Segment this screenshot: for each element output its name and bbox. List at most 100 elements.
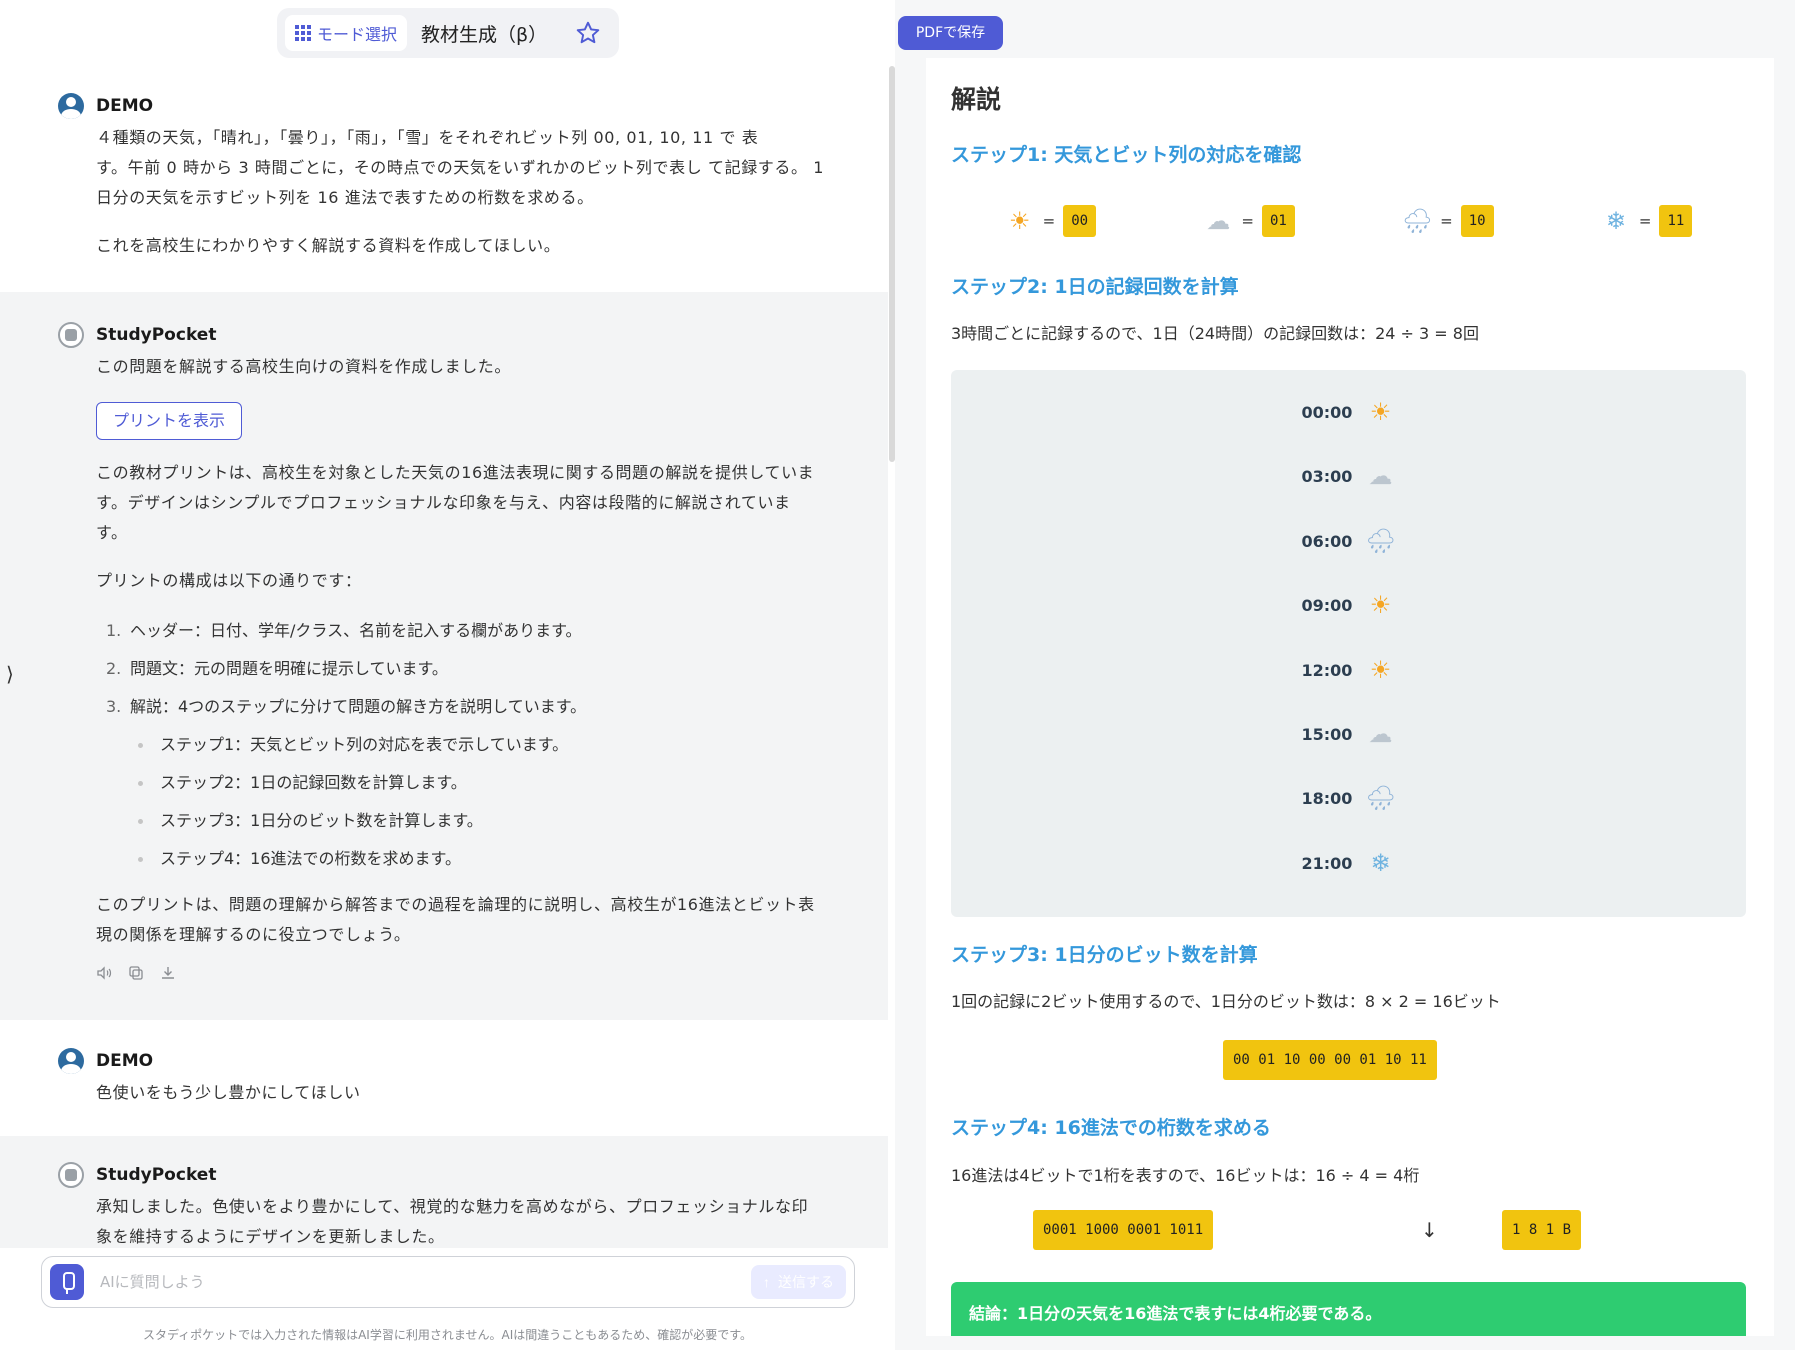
message-text: この教材プリントは、高校生を対象とした天気の16進法表現に関する問題の解説を提供… [96,463,815,482]
message-text: ４種類の天気，「晴れ」，「曇り」，「雨」，「雪」をそれぞれビット列 00, 01… [96,128,759,147]
bitstring-box: 00 01 10 00 00 01 10 11 [1223,1040,1437,1080]
author-name: StudyPocket [96,325,217,345]
message-text: これを高校生にわかりやすく解説する資料を作成してほしい。 [96,236,561,255]
list-item: ステップ2：1日の記録回数を計算します。 [130,764,828,802]
download-icon[interactable] [160,965,176,981]
bit-code: 10 [1460,205,1494,237]
mapping-item: ☁ = 01 [1203,205,1295,237]
timeline-row: 15:00 ☁ [951,714,1746,754]
message-text: 承知しました。色使いをより豊かにして、視覚的な魅力を高めながら、プロフェッショナ… [96,1197,809,1216]
list-item: 2. 問題文：元の問題を明確に提示しています。 [106,659,448,678]
bitstring: 00 01 10 00 00 01 10 11 [1223,1040,1437,1080]
speaker-icon[interactable] [96,965,112,981]
down-arrow-icon: ↓ [1421,1218,1438,1242]
sub-list: ステップ1：天気とビット列の対応を表で示しています。 ステップ2：1日の記録回数… [130,726,828,878]
disclaimer-text: スタディポケットでは入力された情報はAI学習に利用されません。AIは間違うことも… [142,1328,753,1342]
arrow-up-icon: ↑ [763,1274,770,1290]
save-pdf-button[interactable]: PDFで保存 [898,16,1003,50]
snow-icon: ❄ [1605,207,1626,235]
cloud-icon: ☁ [1368,462,1393,490]
chat-input[interactable] [100,1273,751,1291]
send-button[interactable]: ↑ 送信する [751,1265,846,1299]
message-header: StudyPocket [58,320,828,350]
star-icon[interactable] [575,20,601,46]
mode-title: 教材生成（β） [421,23,548,46]
timeline-row: 12:00 ☀ [951,650,1746,690]
list-item: ステップ1：天気とビット列の対応を表で示しています。 [130,726,828,764]
cloud-icon: ☁ [1368,720,1393,748]
sun-icon: ☀ [1369,398,1392,426]
step3-heading: ステップ3: 1日分のビット数を計算 [951,944,1258,966]
author-name: DEMO [96,1051,154,1071]
bot-avatar-icon [58,322,84,348]
list-item: ステップ4：16進法での桁数を求めます。 [130,840,828,878]
conclusion-box: 結論：1日分の天気を16進法で表すには4桁必要である。 [951,1282,1746,1336]
message-text: す。 [96,523,128,542]
timeline-row: 18:00 🌧 [1301,784,1396,812]
message-assistant: StudyPocket この問題を解説する高校生向けの資料を作成しました。 プリ… [0,292,888,1020]
chat-panel: モード選択 教材生成（β） DEMO ４種類の天気，「晴れ」，「曇り」，「雨」，… [0,0,895,1350]
user-avatar-icon [58,1048,84,1074]
bot-avatar-icon [58,1162,84,1188]
message-text: 色使いをもう少し豊かにしてほしい [96,1083,361,1102]
message-assistant: StudyPocket 承知しました。色使いをより豊かにして、視覚的な魅力を高め… [0,1136,888,1248]
sun-icon: ☀ [1369,656,1392,684]
mode-select-label: モード選択 [317,25,398,44]
mapping-item: ☀ = 00 [1005,205,1097,237]
step2-heading: ステップ2: 1日の記録回数を計算 [951,276,1239,298]
collapse-panel-icon[interactable]: ⟩ [6,662,14,686]
step4-text: 16進法は4ビットで1桁を表すので、16ビットは：16 ÷ 4 = 4桁 [951,1166,1420,1185]
author-name: StudyPocket [96,1165,217,1185]
message-text: 現の関係を理解するのに役立つでしょう。 [96,925,411,944]
mapping-item: ❄ = 11 [1601,205,1693,237]
list-item: ステップ3：1日分のビット数を計算します。 [130,802,828,840]
timeline-row: 21:00 ❄ [951,843,1746,883]
sun-icon: ☀ [1369,591,1392,619]
bit-code: 11 [1659,205,1693,237]
cloud-icon: ☁ [1206,207,1231,235]
chat-composer: ↑ 送信する [41,1256,855,1308]
microphone-icon[interactable] [50,1264,84,1300]
rain-icon: 🌧 [1365,527,1396,555]
message-header: DEMO [58,91,828,121]
sun-icon: ☀ [1008,207,1031,235]
message-text: す。午前 0 時から 3 時間ごとに，その時点での天気をいずれかのビット列で表し… [96,158,825,177]
step1-heading: ステップ1: 天気とビット列の対応を確認 [951,144,1302,166]
message-header: DEMO [58,1046,828,1076]
timeline-row: 09:00 ☀ [951,585,1746,625]
message-user: DEMO 色使いをもう少し豊かにしてほしい [0,1020,888,1136]
show-print-button[interactable]: プリントを表示 [96,402,243,440]
message-text: プリントの構成は以下の通りです： [96,571,362,590]
mode-select-button[interactable]: モード選択 [285,15,408,51]
weather-timeline: 00:00 ☀ 03:00 ☁ 06:00 🌧 09:00 ☀ 12:00 ☀ 15:00… [951,370,1746,917]
copy-icon[interactable] [128,965,144,981]
grid-icon [295,25,311,41]
message-actions [96,958,828,988]
message-header: StudyPocket [58,1160,828,1190]
message-text: す。デザインはシンプルでプロフェッショナルな印象を与え、内容は段階的に解説されて… [96,493,791,512]
rain-icon: 🌧 [1365,784,1396,812]
step2-text: 3時間ごとに記録するので、1日（24時間）の記録回数は：24 ÷ 3 = 8回 [951,324,1479,343]
user-avatar-icon [58,93,84,119]
list-item: 3. 解説：4つのステップに分けて問題の解き方を説明しています。 [106,697,587,716]
rain-icon: 🌧 [1402,207,1433,235]
worksheet-document: 解説 ステップ1: 天気とビット列の対応を確認 ☀ = 00 ☁ = 01 🌧 … [926,58,1774,1336]
bit-code: 00 [1063,205,1097,237]
message-text: この問題を解説する高校生向けの資料を作成しました。 [96,357,512,376]
document-title: 解説 [951,85,1002,114]
structure-list: 1. ヘッダー：日付、学年/クラス、名前を記入する欄があります。 2. 問題文：元の… [96,612,828,726]
chat-history: DEMO ４種類の天気，「晴れ」，「曇り」，「雨」，「雪」をそれぞれビット列 0… [0,66,888,1248]
message-text: 日分の天気を示すビット列を 16 進法で表すための桁数を求める。 [96,188,594,207]
mapping-item: 🌧 = 10 [1402,205,1494,237]
weather-bit-mapping: ☀ = 00 ☁ = 01 🌧 = 10 ❄ = 11 [951,196,1746,246]
timeline-row: 00:00 ☀ [951,392,1746,432]
author-name: DEMO [96,96,154,116]
mode-bar: モード選択 教材生成（β） [277,8,619,58]
message-user: DEMO ４種類の天気，「晴れ」，「曇り」，「雨」，「雪」をそれぞれビット列 0… [0,66,888,292]
step4-heading: ステップ4: 16進法での桁数を求める [951,1117,1271,1139]
message-text: 象を維持するようにデザインを更新しました。 [96,1227,445,1246]
snow-icon: ❄ [1370,849,1391,877]
message-text: このプリントは、問題の理解から解答までの過程を論理的に説明し、高校生が16進法と… [96,895,815,914]
list-item: 1. ヘッダー：日付、学年/クラス、名前を記入する欄があります。 [106,621,582,640]
timeline-row: 06:00 🌧 [1301,527,1396,555]
